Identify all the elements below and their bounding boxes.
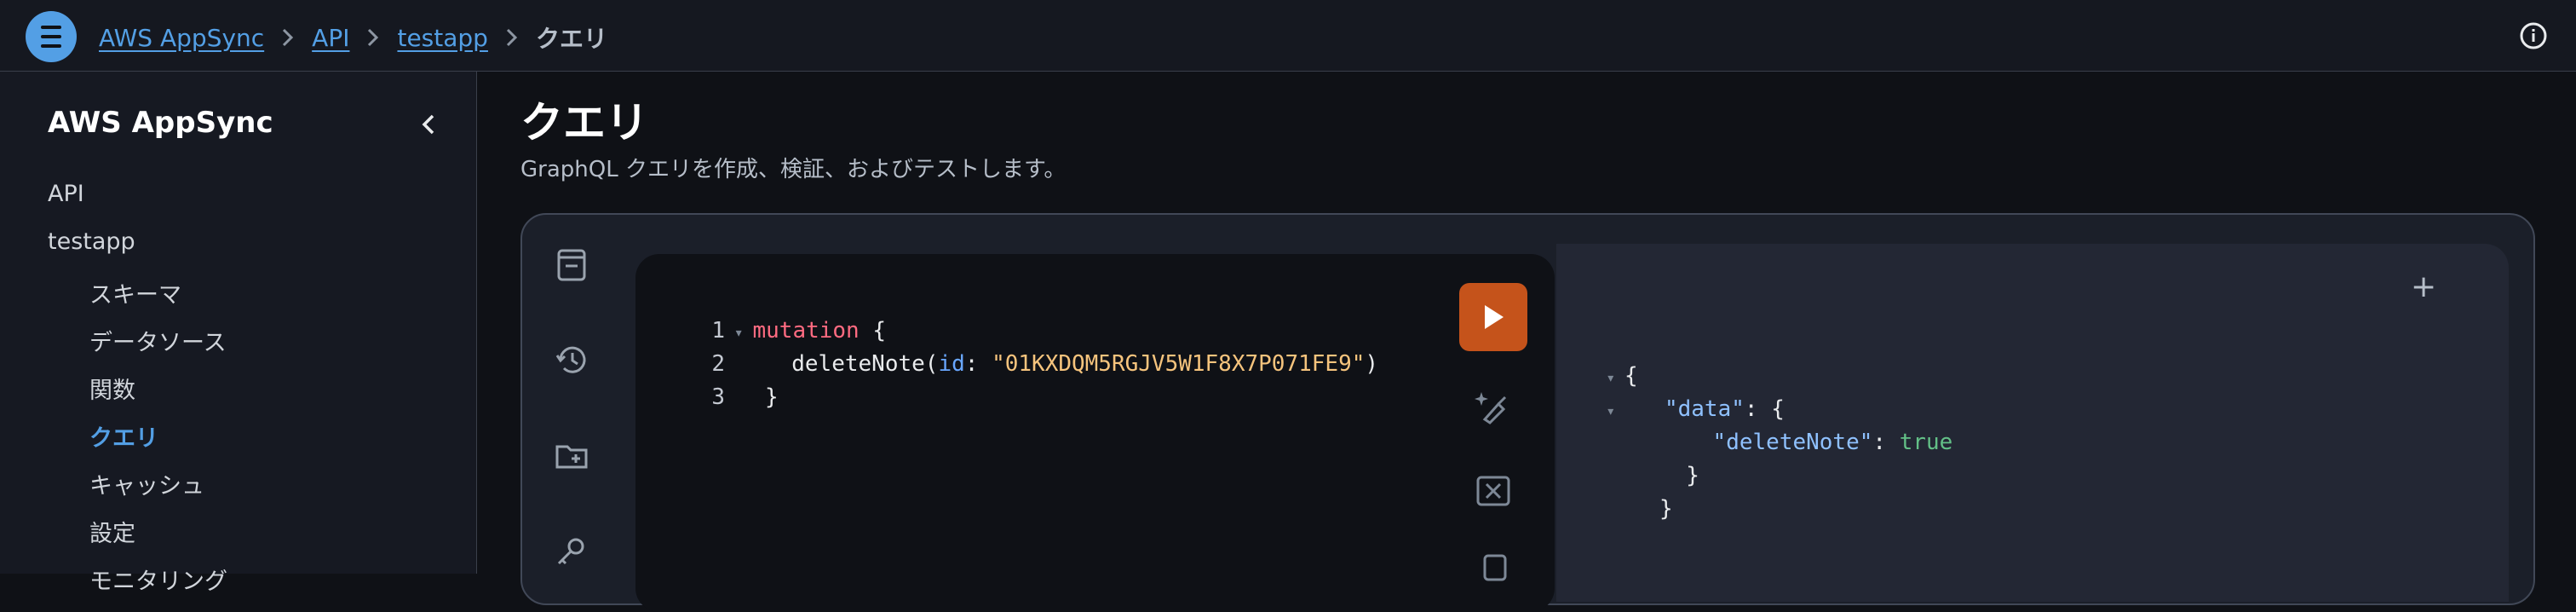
chevron-right-icon <box>349 27 397 48</box>
sidebar-item-datasources[interactable]: データソース <box>89 324 227 357</box>
page-title: クエリ <box>520 98 648 147</box>
sidebar-item-testapp[interactable]: testapp <box>48 228 135 255</box>
sidebar-item-schema[interactable]: スキーマ <box>89 276 181 309</box>
sidebar-item-monitoring[interactable]: モニタリング <box>89 563 227 596</box>
argument-value: "01KXDQM5RGJV5W1F8X7P071FE9" <box>992 351 1366 377</box>
breadcrumb: AWS AppSync API testapp クエリ <box>99 20 607 55</box>
breadcrumb-link-api[interactable]: API <box>312 24 349 52</box>
mutation-field: deleteNote <box>791 351 925 377</box>
sidebar-item-functions[interactable]: 関数 <box>89 372 135 405</box>
sidebar-title: AWS AppSync <box>48 106 273 140</box>
sidebar-item-caching[interactable]: キャッシュ <box>89 467 204 500</box>
sidebar-item-settings[interactable]: 設定 <box>89 515 135 548</box>
argument-name: id <box>938 351 965 377</box>
line-number: 3 <box>711 384 725 410</box>
breadcrumb-link-testapp[interactable]: testapp <box>397 24 487 52</box>
page-description: GraphQL クエリを作成、検証、およびテストします。 <box>520 157 1067 182</box>
result-key-deletenote: "deleteNote" <box>1712 430 1873 455</box>
document-icon[interactable] <box>552 245 591 285</box>
prettify-icon[interactable] <box>1473 385 1514 426</box>
result-line-5: } <box>1659 496 1673 522</box>
chevron-right-icon <box>488 27 536 48</box>
menu-icon[interactable] <box>26 11 77 62</box>
copy-icon[interactable] <box>1473 552 1514 593</box>
result-value-true: true <box>1899 430 1953 455</box>
run-query-button[interactable] <box>1459 283 1527 351</box>
sidebar: AWS AppSync API testapp スキーマ データソース 関数 ク… <box>0 72 477 595</box>
top-navigation-bar: AWS AppSync API testapp クエリ <box>0 0 2576 72</box>
sidebar-item-queries[interactable]: クエリ <box>89 419 158 453</box>
chevron-right-icon <box>264 27 312 48</box>
breadcrumb-current: クエリ <box>535 25 607 53</box>
info-icon[interactable] <box>2516 19 2550 53</box>
merge-fragments-icon[interactable] <box>1473 471 1514 511</box>
chevron-left-icon[interactable] <box>414 109 445 140</box>
sidebar-item-api[interactable]: API <box>48 181 84 207</box>
folder-add-icon[interactable] <box>552 436 591 476</box>
history-icon[interactable] <box>552 340 591 379</box>
breadcrumb-link-appsync[interactable]: AWS AppSync <box>99 24 264 52</box>
plus-icon[interactable]: + <box>2411 269 2436 304</box>
play-icon <box>1485 305 1504 329</box>
editor-line-3[interactable]: 3 } <box>685 359 778 410</box>
key-icon[interactable] <box>552 533 591 572</box>
editor-line-2[interactable]: 2 deleteNote(id: "01KXDQM5RGJV5W1F8X7P07… <box>685 326 1378 377</box>
